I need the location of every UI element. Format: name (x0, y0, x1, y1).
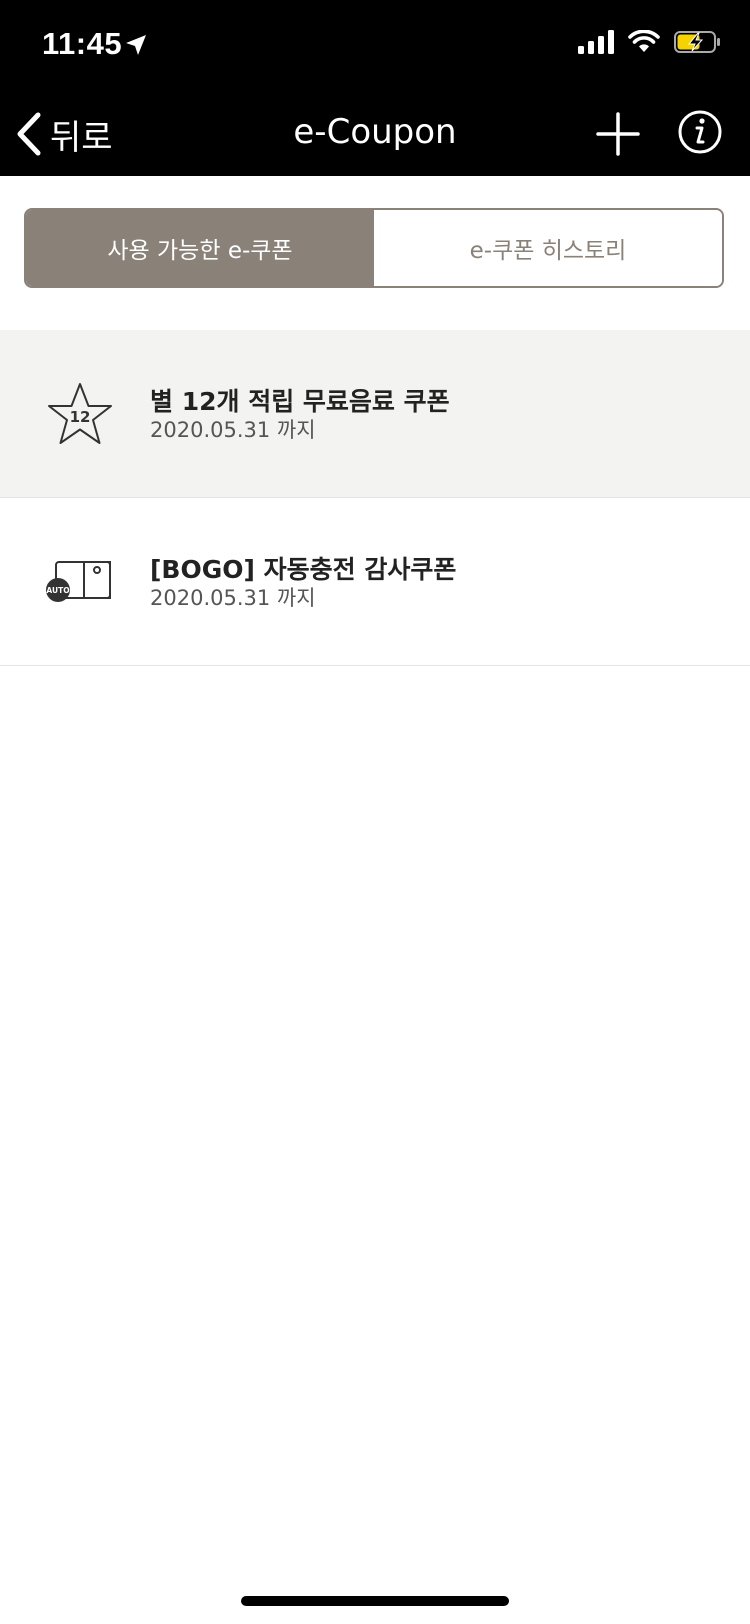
battery-charging-icon (674, 31, 720, 53)
coupon-title: [BOGO] 자동충전 감사쿠폰 (150, 555, 457, 584)
tab-available-coupons[interactable]: 사용 가능한 e-쿠폰 (26, 210, 374, 286)
star-count-label: 12 (70, 408, 91, 426)
wifi-icon (628, 30, 660, 52)
coupon-list: 12 별 12개 적립 무료음료 쿠폰 2020.05.31 까지 AUTO [… (0, 330, 750, 666)
auto-card-icon: AUTO (46, 561, 111, 602)
location-arrow-icon (126, 35, 146, 55)
tab-coupon-history[interactable]: e-쿠폰 히스토리 (374, 210, 722, 286)
home-indicator (241, 1596, 509, 1606)
coupon-tab-switcher: 사용 가능한 e-쿠폰 e-쿠폰 히스토리 (24, 208, 724, 288)
star-12-icon: 12 (48, 383, 112, 444)
coupon-item[interactable]: AUTO [BOGO] 자동충전 감사쿠폰 2020.05.31 까지 (0, 498, 750, 666)
coupon-expiry: 2020.05.31 까지 (150, 586, 316, 610)
coupon-expiry: 2020.05.31 까지 (150, 418, 316, 442)
navigation-bar: 뒤로 e-Coupon (0, 92, 750, 176)
auto-badge: AUTO (46, 586, 69, 595)
coupon-title: 별 12개 적립 무료음료 쿠폰 (150, 387, 450, 416)
coupon-item[interactable]: 12 별 12개 적립 무료음료 쿠폰 2020.05.31 까지 (0, 330, 750, 498)
status-bar: 11:45 (0, 0, 750, 92)
cellular-signal-icon (578, 30, 614, 54)
status-time: 11:45 (42, 26, 123, 61)
add-coupon-button[interactable] (594, 110, 642, 158)
status-icons (578, 30, 722, 54)
info-icon[interactable] (676, 108, 724, 156)
